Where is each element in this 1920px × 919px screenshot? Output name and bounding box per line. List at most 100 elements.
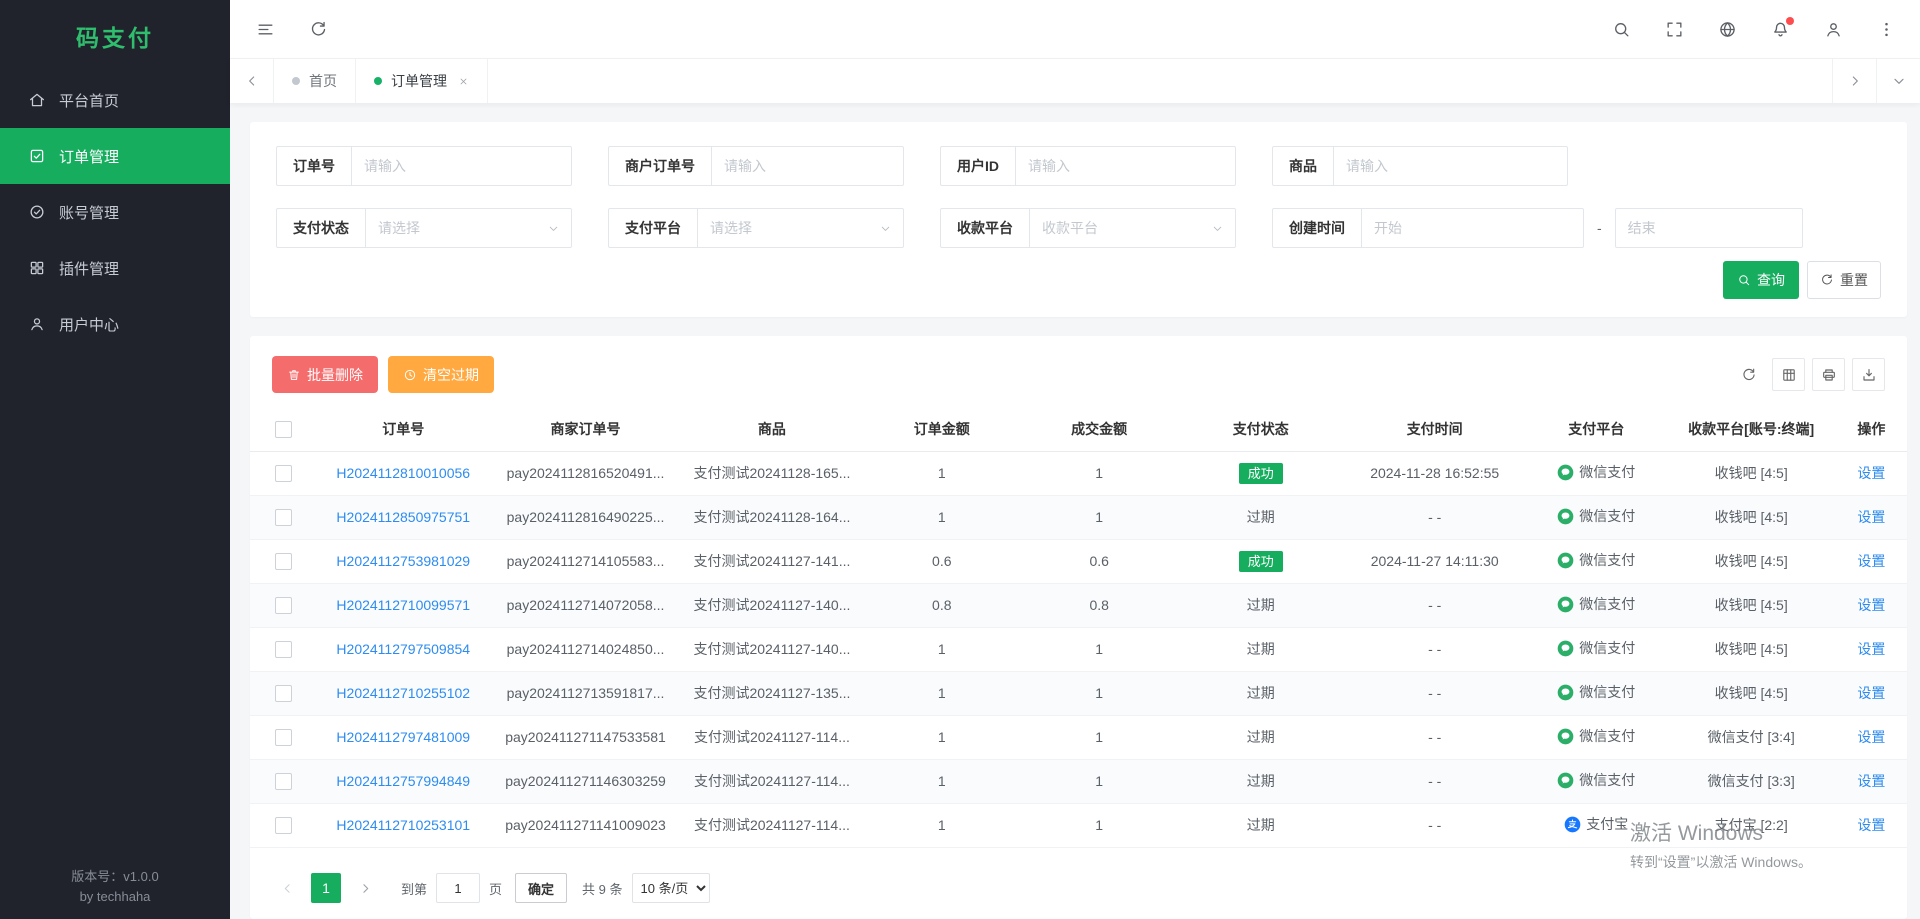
filter-label: 订单号	[276, 146, 351, 186]
table-header-row: 订单号商家订单号商品订单金额成交金额支付状态支付时间支付平台收款平台[账号:终端…	[250, 407, 1907, 451]
date-start-input[interactable]	[1361, 208, 1584, 248]
chevron-down-icon	[547, 222, 560, 235]
order-no-link[interactable]: H2024112710255102	[336, 685, 470, 701]
filter-row-2: 支付状态 请选择 支付平台 请选择 收款平台 收款平台	[276, 208, 1881, 248]
row-checkbox[interactable]	[275, 817, 292, 834]
row-settings-link[interactable]: 设置	[1857, 465, 1885, 481]
tab-1[interactable]: 订单管理	[356, 59, 488, 103]
filter-text-input[interactable]	[1333, 146, 1568, 186]
row-settings-link[interactable]: 设置	[1857, 641, 1885, 657]
row-checkbox[interactable]	[275, 685, 292, 702]
sidebar-item-plugins[interactable]: 插件管理	[0, 240, 230, 296]
order-no-link[interactable]: H2024112810010056	[336, 465, 470, 481]
row-checkbox[interactable]	[275, 773, 292, 790]
table-refresh-icon[interactable]	[1732, 358, 1765, 391]
more-menu-icon[interactable]	[1877, 20, 1896, 39]
page-size-select[interactable]: 10 条/页	[632, 873, 710, 903]
filter-text-input[interactable]	[1015, 146, 1236, 186]
filter-select[interactable]: 收款平台	[1029, 208, 1236, 248]
fullscreen-icon[interactable]	[1665, 20, 1684, 39]
paid-amount: 1	[1020, 803, 1177, 847]
app-root: 码支付 平台首页 订单管理 账号管理 插件管理 用户中心 版本号：v1.0.0 …	[0, 0, 1920, 919]
row-settings-link[interactable]: 设置	[1857, 597, 1885, 613]
tab-close-icon[interactable]	[458, 76, 469, 87]
filter-text-input[interactable]	[351, 146, 572, 186]
row-checkbox[interactable]	[275, 597, 292, 614]
receiver-platform: 收钱吧 [4:5]	[1667, 583, 1836, 627]
next-page-icon[interactable]	[350, 873, 380, 903]
merchant-order-no: pay202411271147533581	[490, 715, 681, 759]
goto-page-input[interactable]	[436, 873, 480, 903]
collapse-sidebar-icon[interactable]	[256, 20, 275, 39]
row-checkbox[interactable]	[275, 465, 292, 482]
reset-button[interactable]: 重置	[1807, 261, 1881, 299]
platform-name: 微信支付	[1579, 462, 1635, 482]
tabbar: 首页 订单管理	[230, 59, 1920, 103]
product-name: 支付测试20241128-164...	[681, 495, 863, 539]
order-no-link[interactable]: H2024112753981029	[336, 553, 470, 569]
goto-confirm-button[interactable]: 确定	[515, 873, 567, 903]
prev-page-icon[interactable]	[272, 873, 302, 903]
filter-select[interactable]: 请选择	[697, 208, 904, 248]
paid-amount: 1	[1020, 627, 1177, 671]
notification-bell-icon[interactable]	[1771, 20, 1790, 39]
table-print-icon[interactable]	[1812, 358, 1845, 391]
table-toolbar-right	[1732, 358, 1885, 391]
row-settings-link[interactable]: 设置	[1857, 729, 1885, 745]
current-page-button[interactable]: 1	[311, 873, 341, 903]
column-header: 订单金额	[863, 407, 1020, 451]
column-header: 支付平台	[1526, 407, 1667, 451]
select-all-checkbox[interactable]	[275, 421, 292, 438]
row-checkbox[interactable]	[275, 641, 292, 658]
tabs-scroll-right-icon[interactable]	[1832, 59, 1876, 103]
date-separator: -	[1597, 220, 1602, 236]
table-export-icon[interactable]	[1852, 358, 1885, 391]
table-columns-icon[interactable]	[1772, 358, 1805, 391]
user-icon[interactable]	[1824, 20, 1843, 39]
clear-expired-button[interactable]: 清空过期	[388, 356, 494, 393]
row-checkbox[interactable]	[275, 509, 292, 526]
tabs-scroll-left-icon[interactable]	[230, 59, 274, 103]
order-no-link[interactable]: H2024112710253101	[336, 817, 470, 833]
pay-time: 2024-11-28 16:52:55	[1344, 451, 1526, 495]
row-settings-link[interactable]: 设置	[1857, 509, 1885, 525]
sidebar-item-home[interactable]: 平台首页	[0, 72, 230, 128]
filter-label: 用户ID	[940, 146, 1015, 186]
version-author: by techhaha	[0, 887, 230, 907]
order-amount: 1	[863, 495, 1020, 539]
filter-text-input[interactable]	[711, 146, 904, 186]
order-no-link[interactable]: H2024112757994849	[336, 773, 470, 789]
receiver-platform: 收钱吧 [4:5]	[1667, 671, 1836, 715]
refresh-page-icon[interactable]	[309, 20, 328, 39]
search-button[interactable]: 查询	[1723, 261, 1799, 299]
paid-amount: 1	[1020, 671, 1177, 715]
sidebar-item-accounts[interactable]: 账号管理	[0, 184, 230, 240]
row-settings-link[interactable]: 设置	[1857, 773, 1885, 789]
receiver-platform: 收钱吧 [4:5]	[1667, 539, 1836, 583]
tab-0[interactable]: 首页	[274, 59, 356, 103]
batch-delete-button[interactable]: 批量删除	[272, 356, 378, 393]
order-no-link[interactable]: H2024112850975751	[336, 509, 470, 525]
row-checkbox[interactable]	[275, 729, 292, 746]
order-no-link[interactable]: H2024112710099571	[336, 597, 470, 613]
row-settings-link[interactable]: 设置	[1857, 553, 1885, 569]
language-globe-icon[interactable]	[1718, 20, 1737, 39]
order-no-link[interactable]: H2024112797509854	[336, 641, 470, 657]
sidebar-item-orders[interactable]: 订单管理	[0, 128, 230, 184]
search-icon[interactable]	[1612, 20, 1631, 39]
pagination: 1 到第 页 确定 共 9 条 10 条/页	[250, 860, 1907, 919]
tab-status-dot	[292, 77, 300, 85]
date-end-input[interactable]	[1615, 208, 1803, 248]
sidebar-item-usercenter[interactable]: 用户中心	[0, 296, 230, 352]
row-settings-link[interactable]: 设置	[1857, 817, 1885, 833]
main-area: 首页 订单管理 订单号 商户订单号 用户ID 商品	[230, 0, 1920, 919]
product-name: 支付测试20241127-114...	[681, 759, 863, 803]
row-checkbox[interactable]	[275, 553, 292, 570]
tabs-menu-icon[interactable]	[1876, 59, 1920, 103]
platform-name: 微信支付	[1579, 506, 1635, 526]
platform-name: 微信支付	[1579, 682, 1635, 702]
order-no-link[interactable]: H2024112797481009	[336, 729, 470, 745]
filter-select[interactable]: 请选择	[365, 208, 572, 248]
column-header: 商家订单号	[490, 407, 681, 451]
row-settings-link[interactable]: 设置	[1857, 685, 1885, 701]
